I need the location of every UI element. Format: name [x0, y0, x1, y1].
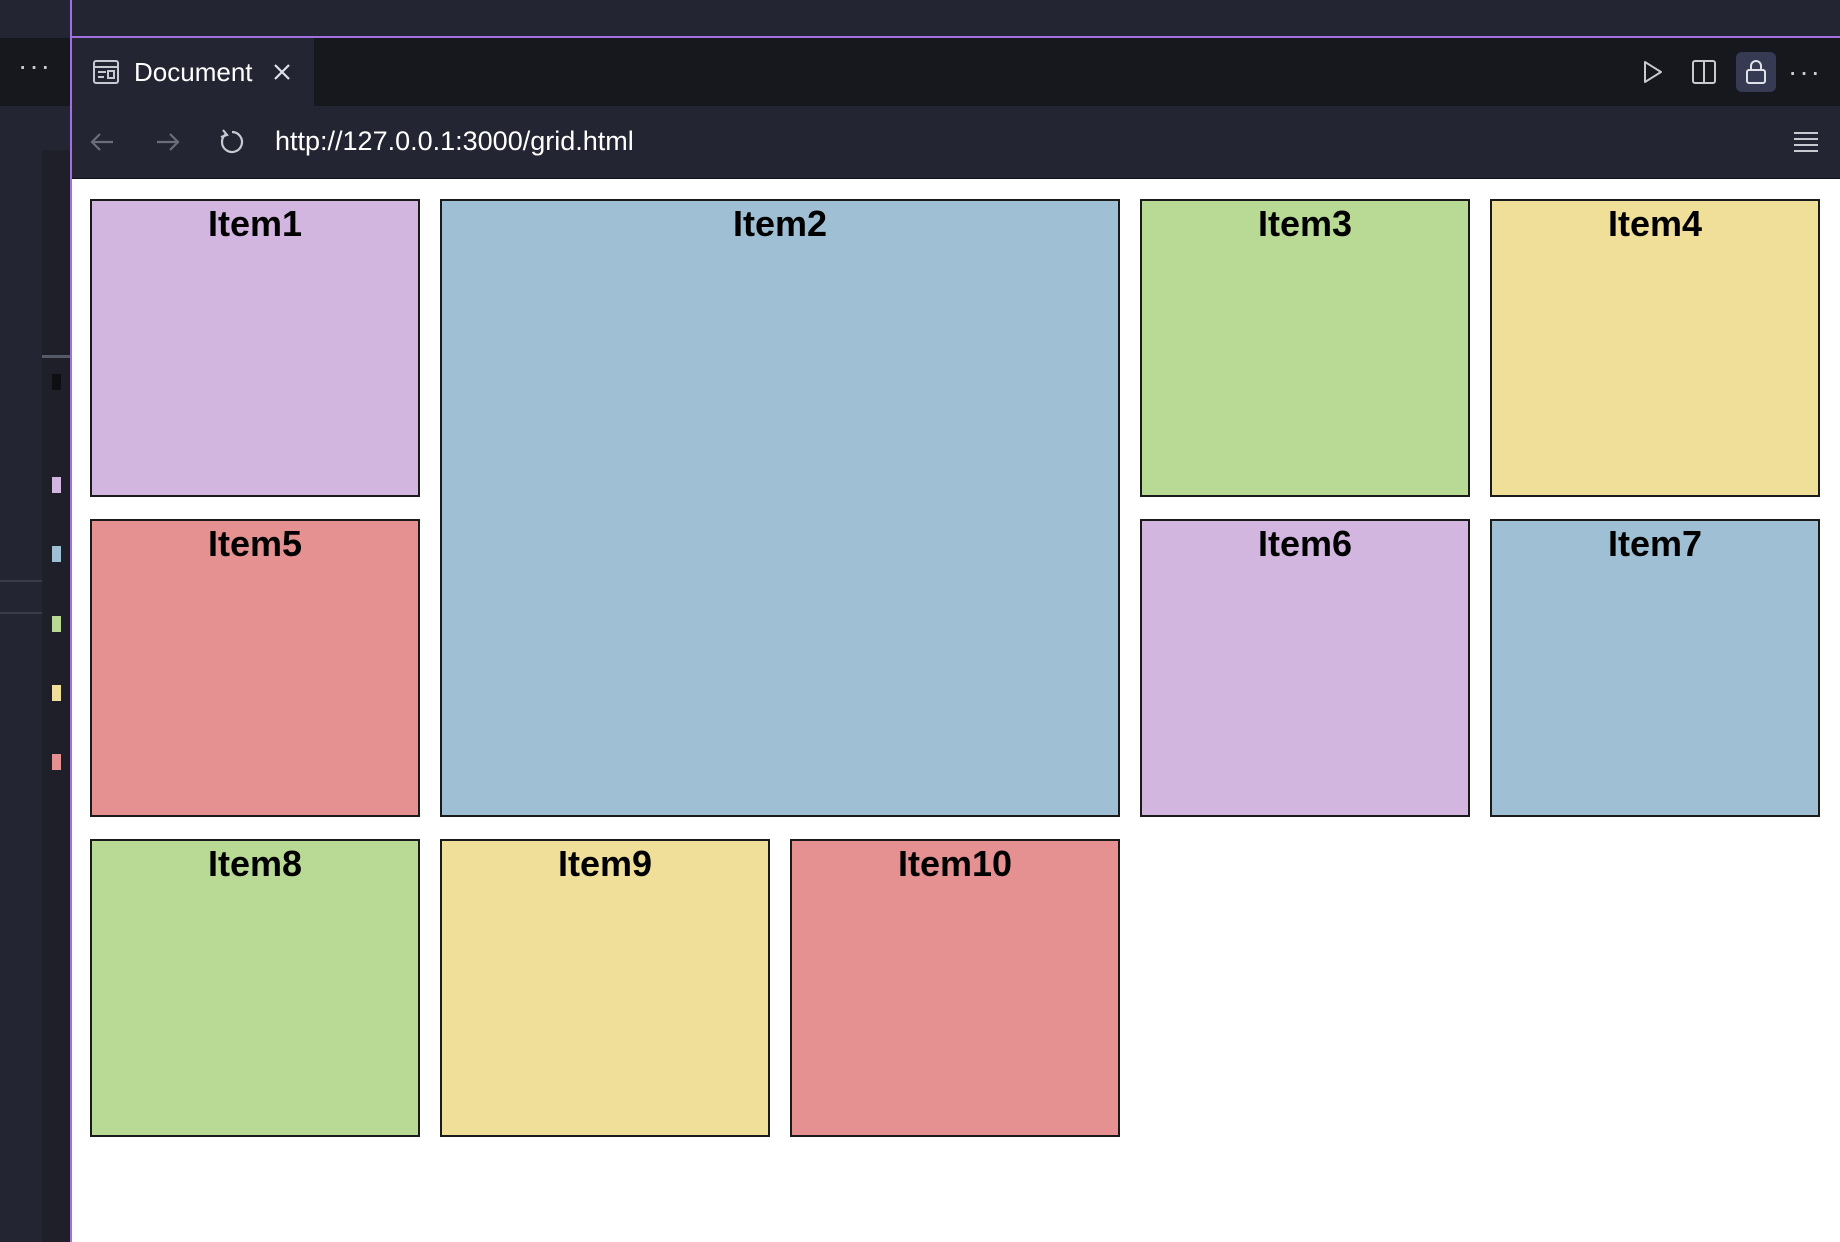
run-button[interactable]: [1632, 52, 1672, 92]
tab-document[interactable]: Document: [72, 38, 314, 106]
reload-icon: [220, 129, 244, 154]
grid-item-6: Item6: [1140, 519, 1470, 817]
address-bar: http://127.0.0.1:3000/grid.html: [72, 106, 1840, 179]
menu-icon[interactable]: [1792, 128, 1820, 156]
grid-item-9: Item9: [440, 839, 770, 1137]
grid-item-label: Item1: [207, 203, 303, 244]
url-field[interactable]: http://127.0.0.1:3000/grid.html: [275, 126, 634, 157]
page-viewport: Item1 Item2 Item3 Item4 Item5 Item6 Item…: [72, 179, 1840, 1242]
minimap-mark: [52, 374, 61, 390]
grid-item-label: Item7: [1607, 523, 1703, 564]
tab-bar: Document ···: [72, 38, 1840, 106]
more-actions-icon[interactable]: ···: [1788, 52, 1822, 92]
grid-item-5: Item5: [90, 519, 420, 817]
minimap-mark: [52, 477, 61, 493]
minimap-mark: [52, 685, 61, 701]
title-strip: [0, 0, 1840, 38]
split-editor-icon: [1692, 60, 1717, 84]
grid-item-label: Item6: [1257, 523, 1353, 564]
grid-item-label: Item8: [207, 843, 303, 884]
grid-item-label: Item4: [1607, 203, 1703, 244]
editor-actions: ···: [1632, 38, 1840, 106]
grid-item-label: Item3: [1257, 203, 1353, 244]
grid-item-10: Item10: [790, 839, 1120, 1137]
minimap-mark: [52, 616, 61, 632]
forward-button[interactable]: [150, 124, 186, 160]
split-editor-button[interactable]: [1684, 52, 1724, 92]
arrow-right-icon: [157, 133, 180, 151]
grid-item-label: Item10: [897, 843, 1013, 884]
left-panel-more-icon[interactable]: ···: [0, 38, 70, 106]
grid-item-label: Item9: [557, 843, 653, 884]
grid-item-3: Item3: [1140, 199, 1470, 497]
play-icon: [1644, 61, 1663, 83]
minimap-gutter: [42, 150, 70, 1242]
grid-item-1: Item1: [90, 199, 420, 497]
tab-title: Document: [134, 56, 253, 87]
grid-item-4: Item4: [1490, 199, 1820, 497]
back-button[interactable]: [84, 124, 120, 160]
minimap-mark: [52, 754, 61, 770]
grid-item-label: Item5: [207, 523, 303, 564]
grid-item-8: Item8: [90, 839, 420, 1137]
grid-item-2: Item2: [440, 199, 1120, 817]
lock-button[interactable]: [1736, 52, 1777, 92]
reload-button[interactable]: [214, 124, 250, 160]
grid-item-7: Item7: [1490, 519, 1820, 817]
lock-icon: [1746, 60, 1767, 84]
grid-container: Item1 Item2 Item3 Item4 Item5 Item6 Item…: [90, 199, 1820, 1137]
minimap-slider[interactable]: [42, 355, 70, 358]
preview-icon: [93, 60, 119, 84]
close-icon[interactable]: [271, 61, 293, 83]
grid-item-label: Item2: [732, 203, 828, 244]
arrow-left-icon: [90, 133, 113, 151]
minimap-mark: [52, 546, 61, 562]
